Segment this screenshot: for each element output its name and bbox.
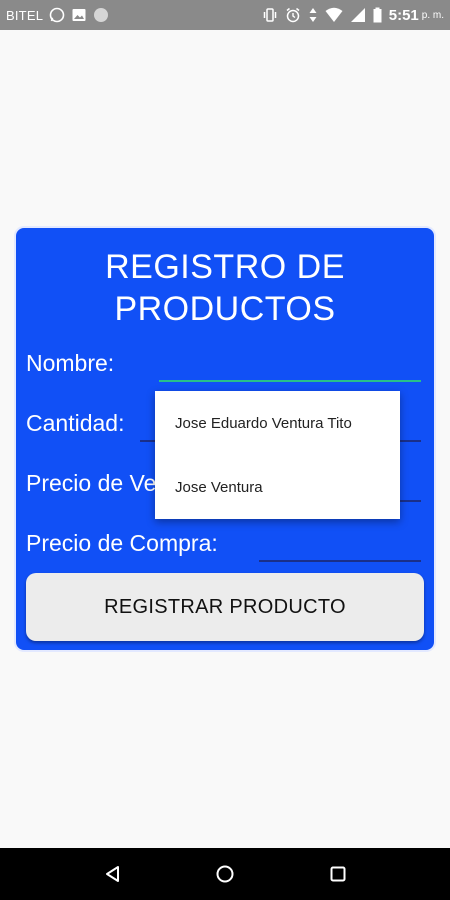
nombre-label: Nombre: bbox=[26, 350, 115, 376]
back-icon[interactable] bbox=[103, 864, 123, 884]
autocomplete-dropdown: Jose Eduardo Ventura Tito Jose Ventura bbox=[155, 391, 400, 519]
carrier-name: BITEL bbox=[6, 7, 44, 23]
alarm-icon bbox=[285, 7, 301, 23]
precio-venta-label: Precio de Ve bbox=[26, 470, 157, 496]
recents-icon[interactable] bbox=[328, 864, 348, 884]
image-icon bbox=[71, 7, 87, 23]
precio-compra-label: Precio de Compra: bbox=[26, 530, 218, 556]
vibrate-icon bbox=[262, 7, 278, 23]
navigation-bar bbox=[0, 848, 450, 900]
data-arrows-icon bbox=[308, 7, 318, 23]
title-line-1: REGISTRO DE bbox=[105, 248, 345, 286]
cantidad-label: Cantidad: bbox=[26, 410, 125, 436]
circle-icon bbox=[93, 7, 109, 23]
battery-icon bbox=[373, 7, 382, 23]
whatsapp-icon bbox=[49, 7, 65, 23]
nombre-input[interactable] bbox=[159, 380, 421, 382]
status-bar: BITEL 5:51 p. m. bbox=[0, 0, 450, 30]
autocomplete-item[interactable]: Jose Ventura bbox=[175, 479, 263, 496]
autocomplete-item[interactable]: Jose Eduardo Ventura Tito bbox=[175, 415, 352, 432]
page-title: REGISTRO DE PRODUCTOS bbox=[16, 246, 434, 330]
wifi-icon bbox=[325, 7, 343, 23]
clock-ampm: p. m. bbox=[421, 9, 444, 21]
clock-time: 5:51 bbox=[388, 6, 419, 24]
home-icon[interactable] bbox=[215, 864, 235, 884]
register-product-button[interactable]: REGISTRAR PRODUCTO bbox=[26, 573, 424, 641]
title-line-2: PRODUCTOS bbox=[114, 290, 336, 328]
precio-compra-input[interactable] bbox=[259, 560, 421, 562]
signal-icon bbox=[350, 7, 366, 23]
